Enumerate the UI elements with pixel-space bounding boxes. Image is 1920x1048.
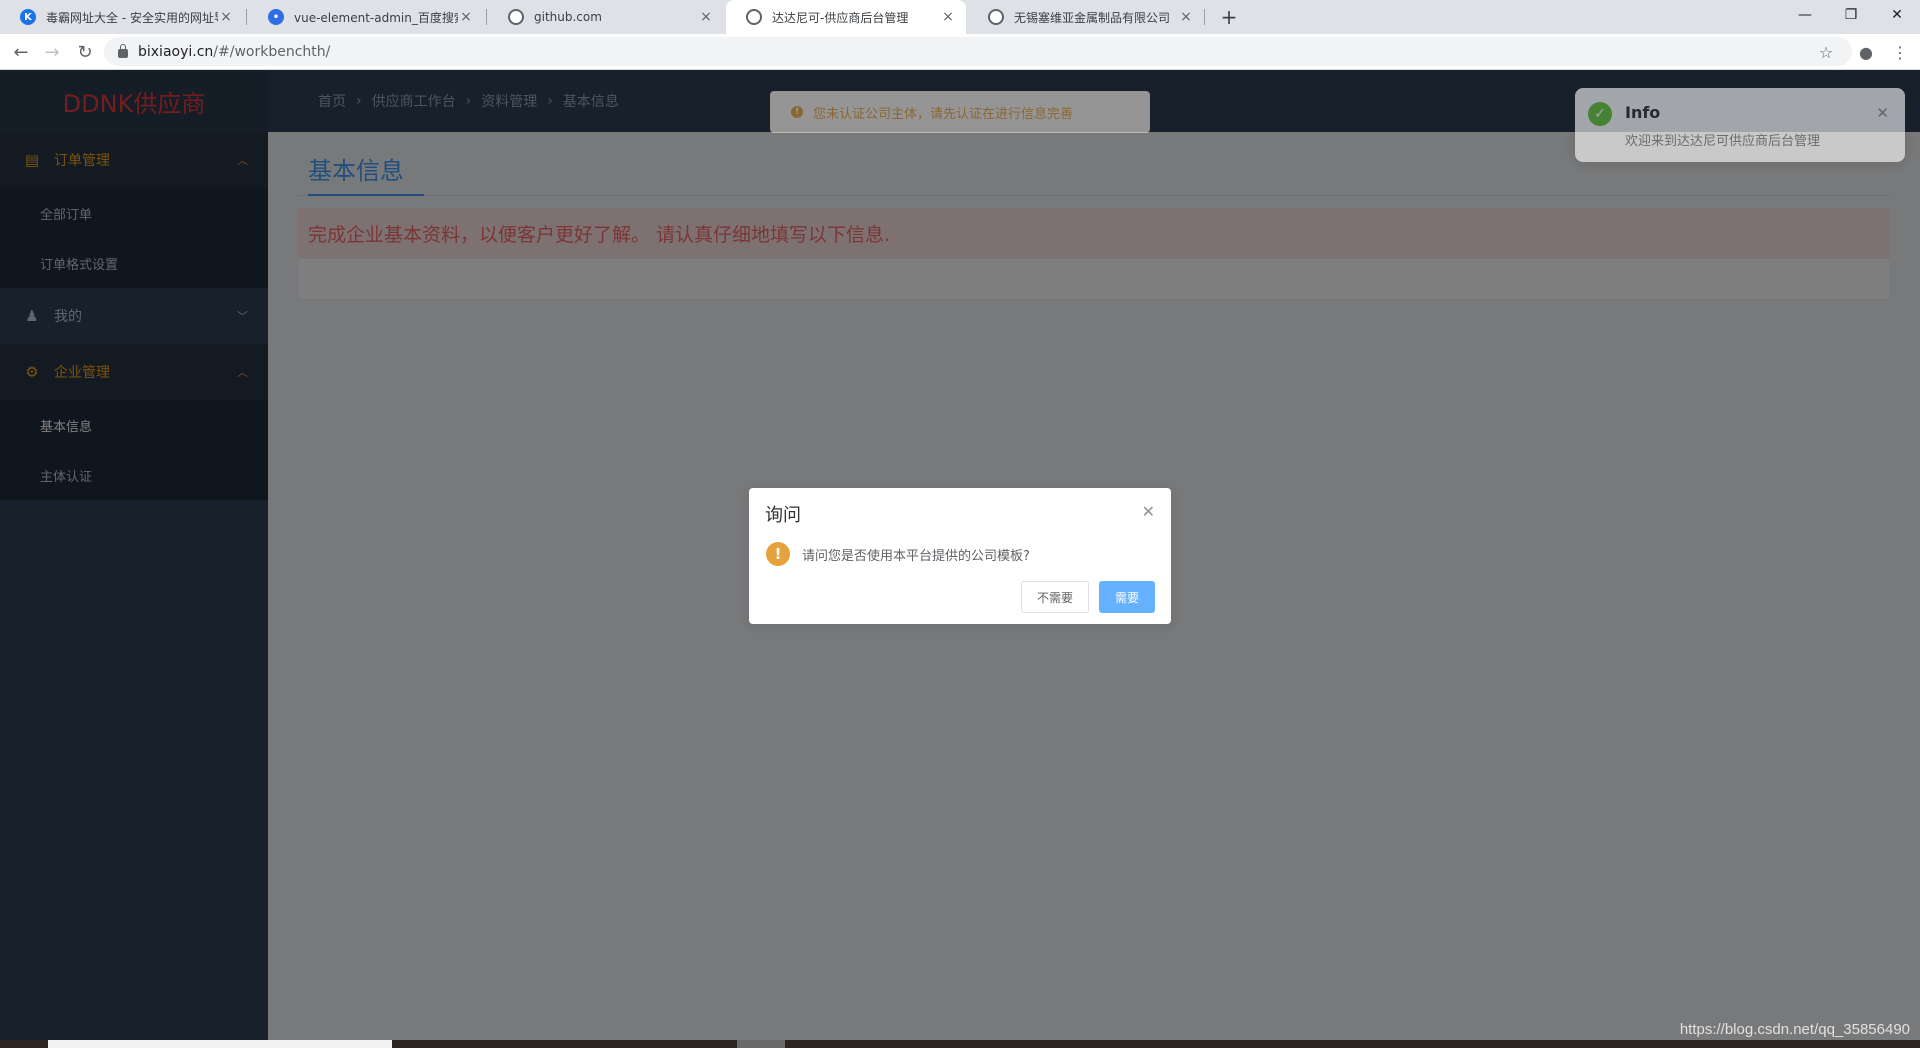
browser-tab[interactable]: 无锡塞维亚金属制品有限公司 × xyxy=(968,0,1204,34)
dialog-message: 请问您是否使用本平台提供的公司模板? xyxy=(802,548,1030,564)
browser-tab-strip: K 毒霸网址大全 - 安全实用的网址导 × • vue-element-admi… xyxy=(0,0,1920,34)
lock-icon xyxy=(118,44,128,58)
close-tab-icon[interactable]: × xyxy=(1178,9,1194,25)
address-bar[interactable]: bixiaoyi.cn/#/workbenchth/ xyxy=(104,37,1852,66)
profile-icon[interactable]: ● xyxy=(1852,38,1880,66)
warning-icon: ! xyxy=(791,106,803,118)
close-tab-icon[interactable]: × xyxy=(218,9,234,25)
minimize-icon[interactable]: — xyxy=(1782,0,1828,30)
info-notification: ✓ Info 欢迎来到达达尼可供应商后台管理 ✕ xyxy=(1575,88,1905,162)
cancel-button[interactable]: 不需要 xyxy=(1021,581,1089,613)
window-close-icon[interactable]: ✕ xyxy=(1874,0,1920,30)
close-tab-icon[interactable]: × xyxy=(940,9,956,25)
bookmark-star-icon[interactable]: ☆ xyxy=(1812,38,1840,66)
dialog-title: 询问 xyxy=(765,505,801,526)
globe-icon xyxy=(508,9,524,25)
browser-tab[interactable]: github.com × xyxy=(488,0,724,34)
taskbar-segment xyxy=(48,1040,392,1048)
baidu-icon: • xyxy=(268,9,284,25)
tab-divider xyxy=(1204,9,1205,25)
forward-icon[interactable]: → xyxy=(38,38,66,66)
browser-tab[interactable]: • vue-element-admin_百度搜索 × xyxy=(248,0,484,34)
tab-divider xyxy=(486,9,487,25)
browser-tab-active[interactable]: 达达尼可-供应商后台管理 × xyxy=(726,0,966,34)
browser-toolbar: ← → ↻ bixiaoyi.cn/#/workbenchth/ ☆ ● ⋮ xyxy=(0,34,1920,70)
new-tab-button[interactable]: + xyxy=(1215,3,1243,31)
warning-message-text: 您未认证公司主体，请先认证在进行信息完善 xyxy=(813,106,1074,122)
url-host: bixiaoyi.cn xyxy=(138,43,214,60)
close-icon[interactable]: ✕ xyxy=(1876,104,1889,122)
notification-body: 欢迎来到达达尼可供应商后台管理 xyxy=(1625,134,1821,149)
close-tab-icon[interactable]: × xyxy=(698,9,714,25)
globe-icon xyxy=(988,9,1004,25)
url-path: /#/workbenchth/ xyxy=(213,43,331,60)
browser-tab[interactable]: K 毒霸网址大全 - 安全实用的网址导 × xyxy=(0,0,244,34)
success-check-icon: ✓ xyxy=(1588,102,1612,126)
close-icon[interactable]: ✕ xyxy=(1142,502,1155,521)
warning-icon: ! xyxy=(766,542,790,566)
confirm-button[interactable]: 需要 xyxy=(1099,581,1155,613)
reload-icon[interactable]: ↻ xyxy=(71,38,99,66)
os-taskbar xyxy=(0,1040,1920,1048)
watermark: https://blog.csdn.net/qq_35856490 xyxy=(1679,1021,1910,1038)
back-icon[interactable]: ← xyxy=(7,38,35,66)
notification-title: Info xyxy=(1625,103,1661,122)
menu-dots-icon[interactable]: ⋮ xyxy=(1886,38,1914,66)
restore-icon[interactable]: ❐ xyxy=(1828,0,1874,30)
confirm-dialog: 询问 ✕ ! 请问您是否使用本平台提供的公司模板? 不需要 需要 xyxy=(749,488,1171,624)
taskbar-segment xyxy=(737,1040,785,1048)
tab-divider xyxy=(246,9,247,25)
globe-icon xyxy=(746,9,762,25)
kingsoft-icon: K xyxy=(20,9,36,25)
dialog-body: ! 请问您是否使用本平台提供的公司模板? xyxy=(766,542,1030,566)
warning-message: ! 您未认证公司主体，请先认证在进行信息完善 xyxy=(770,91,1150,133)
close-tab-icon[interactable]: × xyxy=(458,9,474,25)
